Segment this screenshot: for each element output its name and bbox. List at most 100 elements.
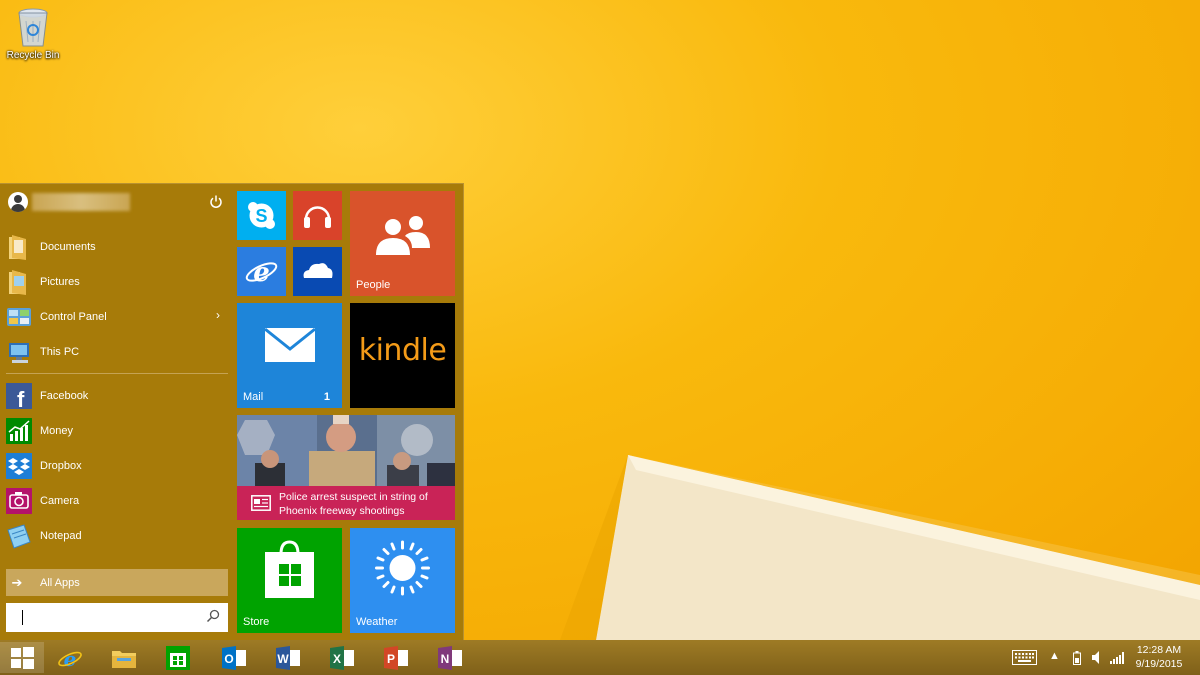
svg-text:N: N — [441, 652, 450, 666]
network-signal-icon[interactable] — [1110, 652, 1124, 664]
svg-text:P: P — [387, 652, 395, 666]
tile-kindle[interactable]: kindle — [350, 303, 455, 408]
search-icon[interactable] — [206, 609, 220, 623]
volume-icon[interactable] — [1092, 651, 1102, 664]
text-caret — [22, 610, 23, 625]
svg-text:W: W — [277, 652, 289, 666]
skype-icon: S — [248, 202, 275, 229]
show-hidden-icons-icon[interactable]: ▲ — [1049, 650, 1060, 662]
recycle-bin-label: Recycle Bin — [6, 50, 60, 61]
power-icon[interactable] — [206, 192, 226, 212]
news-headline: Police arrest suspect in string of Phoen… — [279, 491, 428, 517]
tile-people[interactable]: People — [350, 191, 455, 296]
mail-count-badge: 1 — [323, 391, 330, 403]
internet-explorer-icon: e — [245, 258, 278, 288]
search-input[interactable] — [6, 603, 228, 632]
recycle-bin-icon — [18, 8, 48, 47]
menu-item-notepad[interactable]: Notepad — [6, 518, 228, 553]
clock-date: 9/19/2015 — [1135, 658, 1183, 670]
tile-label: Weather — [356, 616, 398, 628]
documents-folder-icon — [9, 234, 26, 260]
tile-internet-explorer[interactable]: e — [237, 247, 286, 296]
recycle-bin-shortcut[interactable]: Recycle Bin — [4, 6, 62, 61]
clock[interactable]: 12:28 AM 9/19/2015 — [1130, 643, 1188, 671]
menu-item-money[interactable]: Money — [6, 413, 228, 448]
facebook-icon: f — [6, 382, 32, 410]
taskbar-powerpoint[interactable]: P — [370, 642, 422, 673]
tile-skype[interactable]: S — [237, 191, 286, 240]
store-bag-icon — [265, 540, 314, 598]
taskbar-file-explorer[interactable] — [98, 642, 150, 673]
all-apps-button[interactable]: ➔ All Apps — [6, 569, 228, 596]
notepad-icon — [7, 523, 31, 549]
kindle-logo: kindle — [358, 333, 447, 368]
camera-icon — [6, 487, 32, 514]
all-apps-label: All Apps — [40, 576, 80, 589]
svg-text:S: S — [255, 206, 267, 226]
svg-text:f: f — [17, 387, 25, 410]
control-panel-icon — [7, 307, 31, 326]
tile-music[interactable] — [293, 191, 342, 240]
tile-label: Mail — [243, 391, 264, 403]
dropbox-icon — [6, 452, 32, 479]
taskbar-word[interactable]: W — [262, 642, 314, 673]
menu-item-this-pc[interactable]: This PC — [6, 334, 228, 369]
menu-item-facebook[interactable]: f Facebook — [6, 378, 228, 413]
sun-icon — [375, 540, 430, 596]
newspaper-icon — [251, 495, 271, 511]
start-menu-list: Documents Pictures Control Panel › This … — [6, 229, 228, 553]
tile-mail[interactable]: Mail 1 — [237, 303, 342, 408]
internet-explorer-icon: e — [58, 647, 82, 671]
tile-weather[interactable]: Weather — [350, 528, 455, 633]
menu-divider — [6, 373, 228, 374]
taskbar-onenote[interactable]: N — [424, 642, 476, 673]
svg-text:e: e — [253, 258, 270, 288]
tile-store[interactable]: Store — [237, 528, 342, 633]
menu-item-documents[interactable]: Documents — [6, 229, 228, 264]
taskbar-outlook[interactable]: O — [208, 642, 260, 673]
start-button[interactable] — [0, 642, 44, 673]
this-pc-icon — [9, 342, 29, 363]
excel-icon: X — [330, 645, 354, 670]
headphones-icon — [304, 206, 331, 228]
onenote-icon: N — [438, 645, 462, 670]
word-icon: W — [276, 645, 300, 670]
battery-icon[interactable] — [1073, 651, 1081, 665]
menu-item-control-panel[interactable]: Control Panel › — [6, 299, 228, 334]
taskbar-store[interactable] — [152, 642, 204, 673]
menu-item-pictures[interactable]: Pictures — [6, 264, 228, 299]
touch-keyboard-icon[interactable] — [1012, 650, 1037, 665]
menu-item-label: Control Panel — [40, 310, 107, 323]
news-photo — [237, 415, 455, 488]
taskbar-excel[interactable]: X — [316, 642, 368, 673]
pictures-folder-icon — [9, 269, 26, 295]
menu-item-camera[interactable]: Camera — [6, 483, 228, 518]
taskbar-internet-explorer[interactable]: e — [44, 642, 96, 673]
menu-item-label: Money — [40, 424, 74, 437]
user-name — [32, 193, 130, 211]
powerpoint-icon: P — [384, 645, 408, 670]
cloud-icon — [303, 263, 333, 278]
start-menu-left-pane: Documents Pictures Control Panel › This … — [0, 184, 234, 641]
start-menu: Documents Pictures Control Panel › This … — [0, 183, 464, 640]
chevron-right-icon[interactable]: › — [216, 308, 220, 322]
menu-item-label: Notepad — [40, 529, 82, 542]
arrow-right-icon: ➔ — [11, 574, 23, 590]
outlook-icon: O — [222, 645, 246, 670]
menu-item-label: Facebook — [40, 389, 89, 402]
money-icon — [6, 417, 32, 444]
menu-item-dropbox[interactable]: Dropbox — [6, 448, 228, 483]
windows-logo-icon — [11, 646, 34, 669]
mail-envelope-icon — [264, 327, 316, 362]
user-account[interactable] — [6, 190, 228, 214]
menu-item-label: Camera — [40, 494, 80, 507]
user-avatar-icon — [8, 192, 28, 212]
people-icon — [376, 216, 430, 255]
taskbar: e O W X P N ▲ 12:28 AM 9/19/2015 — [0, 640, 1200, 675]
tile-news[interactable]: Police arrest suspect in string of Phoen… — [237, 415, 455, 520]
store-icon — [166, 645, 190, 670]
tile-onedrive[interactable] — [293, 247, 342, 296]
tile-label: Store — [243, 616, 270, 628]
menu-item-label: Dropbox — [40, 459, 82, 472]
menu-item-label: Documents — [40, 240, 96, 253]
